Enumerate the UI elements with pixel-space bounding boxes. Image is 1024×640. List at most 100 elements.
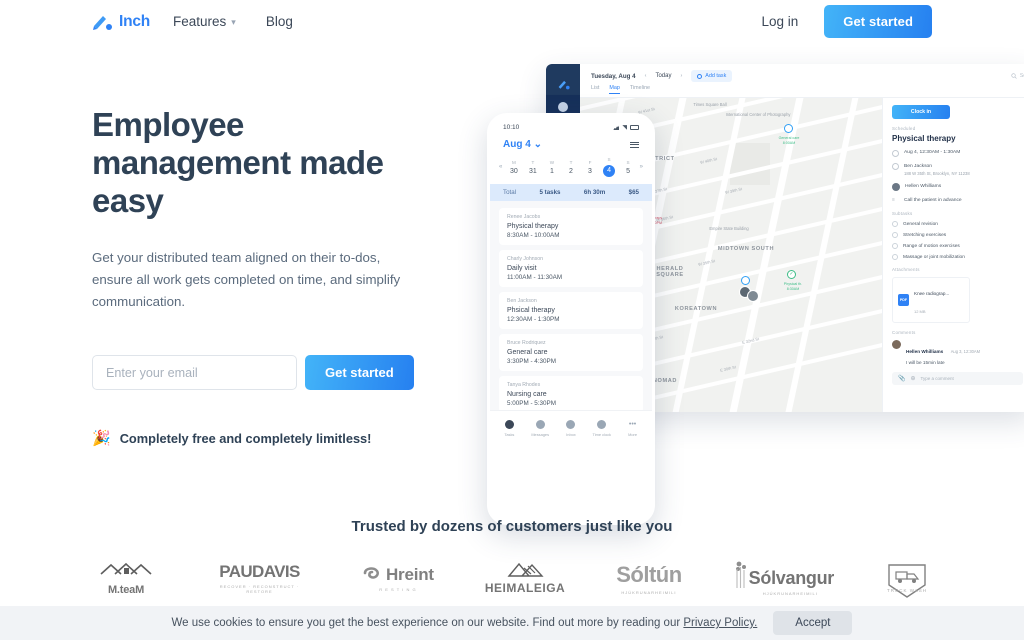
customer-logos: M.teaM PAUDAVIS RECOVER · RECONSTRUCT · … bbox=[0, 555, 1024, 601]
list-item[interactable]: Renee Jacobs Physical therapy 8:30AM - 1… bbox=[499, 208, 643, 245]
tab-list[interactable]: List bbox=[591, 85, 599, 94]
map-pin-icon bbox=[892, 163, 899, 170]
tab-map[interactable]: Map bbox=[609, 85, 620, 94]
customer-logo-truckwash: TRUCK WASH bbox=[885, 555, 929, 601]
map-street-label: W 40th St bbox=[699, 156, 718, 165]
task-client-name: Ben Jackson bbox=[507, 298, 537, 304]
list-item[interactable]: Tanya Rhodes Nursing care 5:00PM - 5:30P… bbox=[499, 376, 643, 413]
nav-item-features[interactable]: Features ▾ bbox=[173, 14, 236, 29]
calendar-day[interactable]: W 1 bbox=[544, 160, 559, 175]
bottom-nav-messages[interactable]: Messages bbox=[526, 420, 554, 437]
customer-logo-heimaleiga: HEIMALEIGA bbox=[485, 555, 565, 601]
customer-logo-label: Hreint bbox=[385, 564, 434, 584]
app-search[interactable]: Se bbox=[1011, 73, 1024, 79]
comment-item: Hellen Whilliams Aug 3, 12:30AM I will b… bbox=[892, 340, 1023, 365]
customer-logo-label: Sóltún bbox=[616, 561, 682, 587]
task-time: 12:30AM - 1:30PM bbox=[507, 316, 560, 323]
checkbox-icon[interactable] bbox=[892, 221, 898, 227]
nav-item-blog[interactable]: Blog bbox=[266, 14, 293, 29]
login-link[interactable]: Log in bbox=[761, 14, 798, 29]
brand-logo[interactable]: Inch bbox=[92, 13, 150, 31]
customer-logo-solvangur: Sólvangur HJÚKRUNARHEIMILI bbox=[733, 555, 834, 601]
accept-cookies-button[interactable]: Accept bbox=[773, 611, 853, 635]
prev-day-icon[interactable]: ‹ bbox=[645, 73, 647, 79]
subtask-item[interactable]: Stretching exercises bbox=[892, 232, 1023, 238]
checkbox-icon[interactable] bbox=[892, 254, 898, 260]
bottom-nav-label: Messages bbox=[531, 431, 550, 437]
attachment-item[interactable]: PDF Knee radiograp... 12 MB bbox=[892, 277, 970, 323]
calendar-date: 3 bbox=[588, 167, 592, 175]
bottom-nav-inbox[interactable]: Inbox bbox=[557, 420, 585, 437]
attachment-meta: Knee radiograp... 12 MB bbox=[914, 282, 949, 318]
tab-timeline[interactable]: Timeline bbox=[630, 85, 650, 94]
calendar-dow: T bbox=[531, 159, 535, 165]
map-marker-user[interactable] bbox=[741, 276, 750, 285]
app-sidebar-logo bbox=[546, 73, 580, 95]
subtask-item[interactable]: Range of motion exercises bbox=[892, 243, 1023, 249]
map-street-label: W 39th St bbox=[724, 186, 743, 195]
calendar-day[interactable]: T 2 bbox=[563, 160, 578, 175]
email-field[interactable] bbox=[92, 355, 297, 390]
comment-input[interactable]: 📎 ⊕ Type a comment bbox=[892, 372, 1023, 385]
map-marker-physical-th[interactable]: ✓ bbox=[787, 270, 796, 279]
houses-icon bbox=[100, 562, 152, 575]
task-client-name: Ben Jackson bbox=[904, 163, 933, 169]
paperclip-icon[interactable]: 📎 bbox=[898, 375, 905, 382]
next-day-icon[interactable]: › bbox=[680, 73, 682, 79]
nav-blog-label: Blog bbox=[265, 14, 293, 29]
totals-duration: 6h 30m bbox=[583, 189, 606, 196]
task-status-label: Scheduled bbox=[892, 126, 916, 131]
cookie-message: We use cookies to ensure you get the bes… bbox=[171, 617, 684, 629]
calendar-day-selected[interactable]: S 4 bbox=[602, 157, 617, 177]
task-client-name: Charly Johnson bbox=[507, 256, 544, 262]
get-started-button-nav[interactable]: Get started bbox=[824, 5, 932, 38]
privacy-policy-link[interactable]: Privacy Policy. bbox=[683, 617, 757, 629]
calendar-date: 31 bbox=[529, 167, 537, 175]
calendar-day[interactable]: S 5 bbox=[621, 160, 636, 175]
subtask-label: Stretching exercises bbox=[903, 232, 947, 238]
list-item[interactable]: Ben Jackson Phsical therapy 12:30AM - 1:… bbox=[499, 292, 643, 329]
prev-week-icon[interactable]: « bbox=[499, 164, 502, 170]
calendar-date: 4 bbox=[603, 165, 616, 177]
map-avatar[interactable] bbox=[747, 290, 759, 302]
map-marker-general-care[interactable] bbox=[784, 124, 793, 133]
plus-circle-icon[interactable]: ⊕ bbox=[910, 375, 915, 382]
map-street-label: E 30th St bbox=[719, 364, 737, 373]
comment-timestamp: Aug 3, 12:30AM bbox=[950, 349, 981, 354]
bottom-nav-time-clock[interactable]: Time clock bbox=[588, 420, 616, 437]
calendar-day[interactable]: M 30 bbox=[506, 160, 521, 175]
bottom-nav-more[interactable]: ••• More bbox=[619, 420, 647, 437]
checkbox-icon[interactable] bbox=[892, 232, 898, 238]
subtask-item[interactable]: Massage or joint mobilization bbox=[892, 254, 1023, 260]
party-popper-icon: 🎉 bbox=[92, 430, 111, 447]
comment-author: Hellen Whilliams bbox=[906, 349, 944, 354]
task-datetime: Aug 4, 12:30AM - 1:30AM bbox=[904, 150, 961, 155]
calendar-date: 1 bbox=[549, 167, 554, 175]
hero-subtitle: Get your distributed team aligned on the… bbox=[92, 250, 401, 309]
search-placeholder: Se bbox=[1019, 73, 1024, 79]
calendar-day[interactable]: T 31 bbox=[525, 160, 540, 175]
calendar-day[interactable]: F 3 bbox=[583, 160, 598, 175]
phone-week-calendar: « M 30 T 31 W 1 T 2 F 3 S 4 S 5 » bbox=[490, 157, 652, 184]
phone-totals-row: Total 5 tasks 6h 30m $65 bbox=[490, 184, 652, 201]
phone-task-list[interactable]: Renee Jacobs Physical therapy 8:30AM - 1… bbox=[490, 201, 652, 413]
list-item[interactable]: Bruce Rodriquez General care 3:30PM - 4:… bbox=[499, 334, 643, 371]
filter-icon[interactable] bbox=[630, 141, 639, 148]
today-button[interactable]: Today bbox=[655, 73, 671, 79]
customer-logo-sub: RECOVER · RECONSTRUCT · RESTORE bbox=[219, 584, 300, 594]
clock-icon bbox=[892, 149, 899, 157]
totals-tasks: 5 tasks bbox=[539, 189, 561, 196]
task-datetime-row: Aug 4, 12:30AM - 1:30AM bbox=[892, 149, 1023, 157]
comment-content: Hellen Whilliams Aug 3, 12:30AM I will b… bbox=[906, 340, 980, 365]
phone-date-selector[interactable]: Aug 4 ⌄ bbox=[503, 139, 542, 150]
get-started-button-hero[interactable]: Get started bbox=[305, 355, 414, 390]
checkbox-icon[interactable] bbox=[892, 243, 898, 249]
clock-in-button[interactable]: Clock in bbox=[892, 105, 950, 119]
bottom-nav-tasks[interactable]: Tasks bbox=[495, 420, 523, 437]
add-task-button[interactable]: Add task bbox=[691, 70, 733, 82]
phone-date-label: Aug 4 bbox=[503, 139, 531, 150]
subtask-item[interactable]: General revision bbox=[892, 221, 1023, 227]
list-item[interactable]: Charly Johnson Daily visit 11:00AM - 11:… bbox=[499, 250, 643, 287]
task-name: General care bbox=[507, 348, 548, 356]
next-week-icon[interactable]: » bbox=[640, 164, 643, 170]
